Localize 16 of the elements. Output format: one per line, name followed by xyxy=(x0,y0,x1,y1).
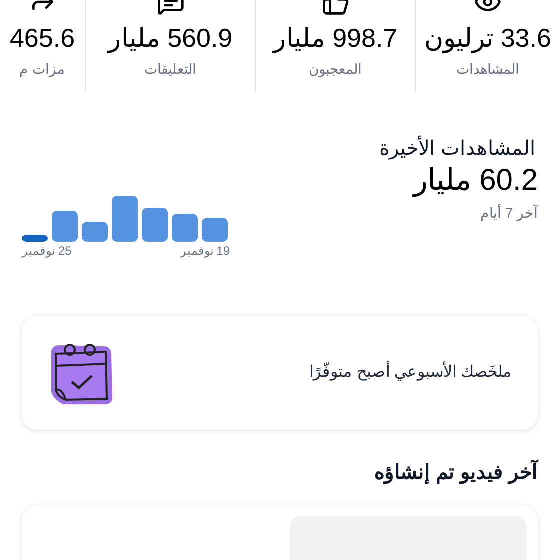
stat-label: المشاهدات xyxy=(456,60,520,78)
summary-text: ملخَصك الأسبوعي أصبح متوفّرًا xyxy=(310,361,512,385)
stat-value: 560.9 مليار xyxy=(108,22,233,54)
axis-label: 25 نوفمبر xyxy=(22,244,72,258)
stat-value: 465.6 xyxy=(10,22,76,54)
stat-label: مزات م xyxy=(20,60,66,78)
stat-label: التعليقات xyxy=(144,60,196,78)
summary-card[interactable]: ملخَصك الأسبوعي أصبح متوفّرًا xyxy=(22,316,538,430)
section-title: المشاهدات الأخيرة xyxy=(379,136,538,162)
stat-value: 998.7 مليار xyxy=(273,22,398,54)
section-title: آخر فيديو تم إنشاؤه xyxy=(374,462,538,484)
stat-label: المعجبون xyxy=(309,60,362,78)
axis-label: 19 نوفمبر xyxy=(180,244,230,258)
views-total: 60.2 مليار xyxy=(413,163,538,200)
stat-value: 33.6 ترليون xyxy=(424,22,552,54)
period-label: آخر 7 أيام xyxy=(480,204,538,222)
